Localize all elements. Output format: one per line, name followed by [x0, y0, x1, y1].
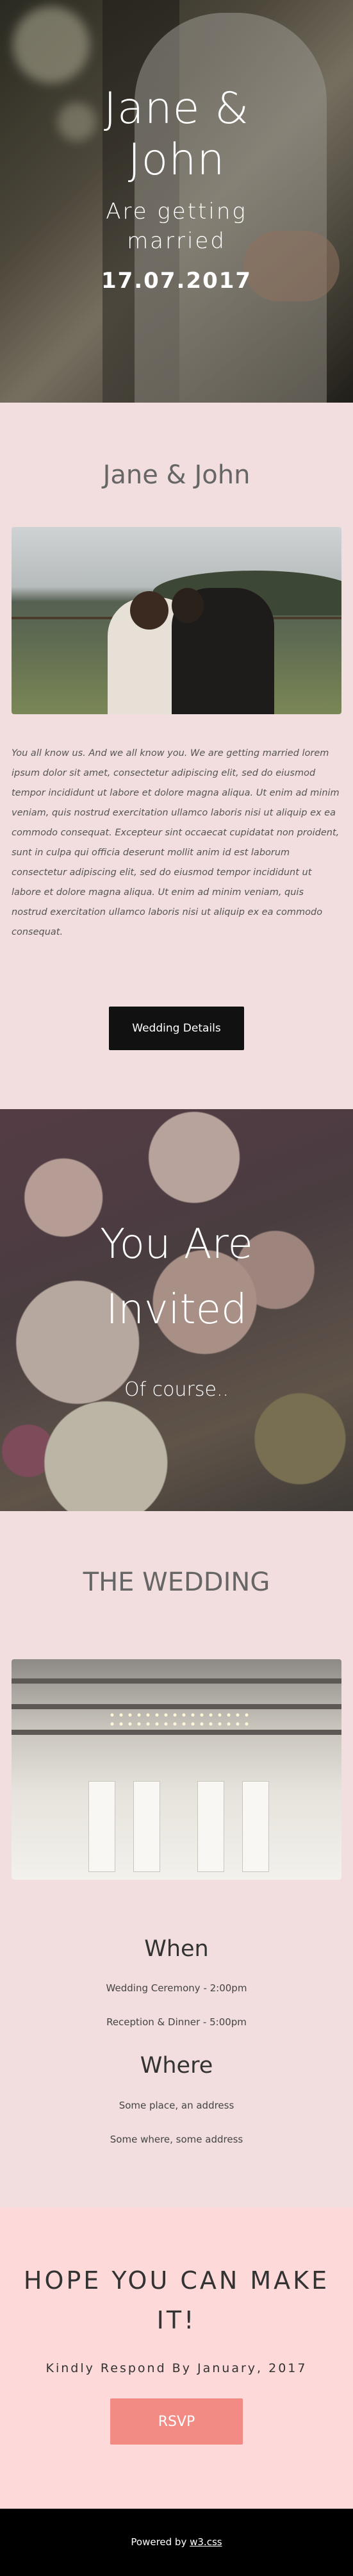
rsvp-deadline: Kindly Respond By January, 2017	[45, 2361, 308, 2375]
wedding-heading: THE WEDDING	[83, 1568, 270, 1597]
invited-title: You Are Invited	[100, 1221, 253, 1334]
invited-section: You Are Invited Of course..	[0, 1109, 353, 1511]
venue-hall-photo	[12, 1659, 341, 1880]
photo-table	[88, 1781, 115, 1872]
photo-beam	[12, 1730, 341, 1735]
photo-table	[197, 1781, 224, 1872]
photo-beam	[12, 1678, 341, 1684]
wedding-details-button[interactable]: Wedding Details	[109, 1007, 244, 1050]
footer-powered-by: Powered by	[131, 2536, 187, 2548]
couple-kiss-photo	[12, 527, 341, 714]
hero-section: Jane & John Are getting married 17.07.20…	[0, 0, 353, 403]
footer: Powered by w3.css	[0, 2509, 353, 2576]
photo-bride-head	[130, 591, 168, 630]
hero-names: Jane & John	[103, 83, 250, 186]
photo-string-lights	[108, 1710, 249, 1730]
about-heading: Jane & John	[103, 460, 250, 490]
photo-table	[133, 1781, 160, 1872]
photo-groom-head	[172, 588, 204, 623]
place-2: Some where, some address	[110, 2134, 243, 2145]
when-heading: When	[144, 1936, 209, 1962]
rsvp-section: HOPE YOU CAN MAKE IT! Kindly Respond By …	[0, 2207, 353, 2509]
reception-time: Reception & Dinner - 5:00pm	[106, 2016, 247, 2028]
where-heading: Where	[140, 2053, 213, 2078]
footer-w3css-link[interactable]: w3.css	[190, 2536, 222, 2548]
rsvp-heading: HOPE YOU CAN MAKE IT!	[23, 2266, 330, 2334]
ceremony-time: Wedding Ceremony - 2:00pm	[106, 1982, 247, 1994]
hero-titles: Jane & John Are getting married 17.07.20…	[0, 83, 353, 294]
about-text: You all know us. And we all know you. We…	[12, 748, 340, 937]
photo-beam	[12, 1704, 341, 1709]
rsvp-button[interactable]: RSVP	[110, 2398, 243, 2445]
place-1: Some place, an address	[119, 2100, 234, 2111]
photo-table	[242, 1781, 269, 1872]
invited-subtitle: Of course..	[124, 1378, 229, 1401]
hero-date: 17.07.2017	[101, 268, 252, 294]
hero-subtitle: Are getting married	[106, 199, 247, 255]
